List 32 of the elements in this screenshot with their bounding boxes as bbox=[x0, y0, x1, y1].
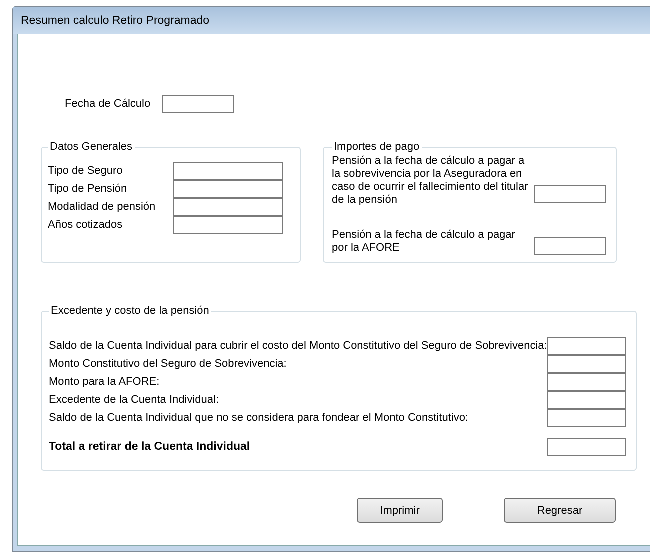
window-title: Resumen calculo Retiro Programado bbox=[21, 14, 210, 26]
field-label: Monto Constitutivo del Seguro de Sobrevivencia: bbox=[49, 358, 287, 370]
group-title: Importes de pago bbox=[333, 141, 421, 153]
back-button[interactable]: Regresar bbox=[504, 498, 616, 523]
input-field[interactable] bbox=[173, 162, 283, 180]
group-title: Excedente y costo de la pensión bbox=[50, 305, 210, 317]
input-field[interactable] bbox=[547, 409, 626, 427]
input-field[interactable] bbox=[534, 237, 606, 255]
field-label: Excedente de la Cuenta Individual: bbox=[49, 394, 220, 406]
input-field[interactable] bbox=[547, 337, 626, 355]
field-label: Tipo de Seguro bbox=[48, 165, 124, 177]
input-field[interactable] bbox=[547, 438, 626, 456]
input-field[interactable] bbox=[547, 373, 626, 391]
field-label: Tipo de Pensión bbox=[48, 183, 128, 195]
input-field[interactable] bbox=[173, 198, 283, 216]
field-label: Fecha de Cálculo bbox=[65, 98, 152, 110]
input-field[interactable] bbox=[173, 216, 283, 234]
print-button[interactable]: Imprimir bbox=[357, 498, 443, 523]
field-label: Años cotizados bbox=[48, 219, 124, 231]
field-label: Modalidad de pensión bbox=[48, 201, 157, 213]
group-title: Datos Generales bbox=[49, 141, 134, 153]
input-field[interactable] bbox=[173, 180, 283, 198]
field-label: Saldo de la Cuenta Individual para cubrir el costo del Monto Constitutivo del Seguro de Sobrevivencia: bbox=[49, 340, 548, 352]
input-field[interactable] bbox=[547, 355, 626, 373]
input-field[interactable] bbox=[547, 391, 626, 409]
field-label: Pensión a la fecha de cálculo a pagar por la AFORE bbox=[332, 229, 516, 255]
input-field[interactable] bbox=[534, 185, 606, 203]
field-label: Monto para la AFORE: bbox=[49, 376, 160, 388]
field-label: Saldo de la Cuenta Individual que no se considera para fondear el Monto Constitutivo: bbox=[49, 412, 468, 424]
total-label: Total a retirar de la Cuenta Individual bbox=[49, 441, 250, 453]
field-label: Pensión a la fecha de cálculo a pagar a la sobrevivencia por la Aseguradora en caso de ocurrir el fallecimiento del titular de la pensión bbox=[332, 155, 530, 207]
date-field[interactable] bbox=[162, 95, 234, 113]
